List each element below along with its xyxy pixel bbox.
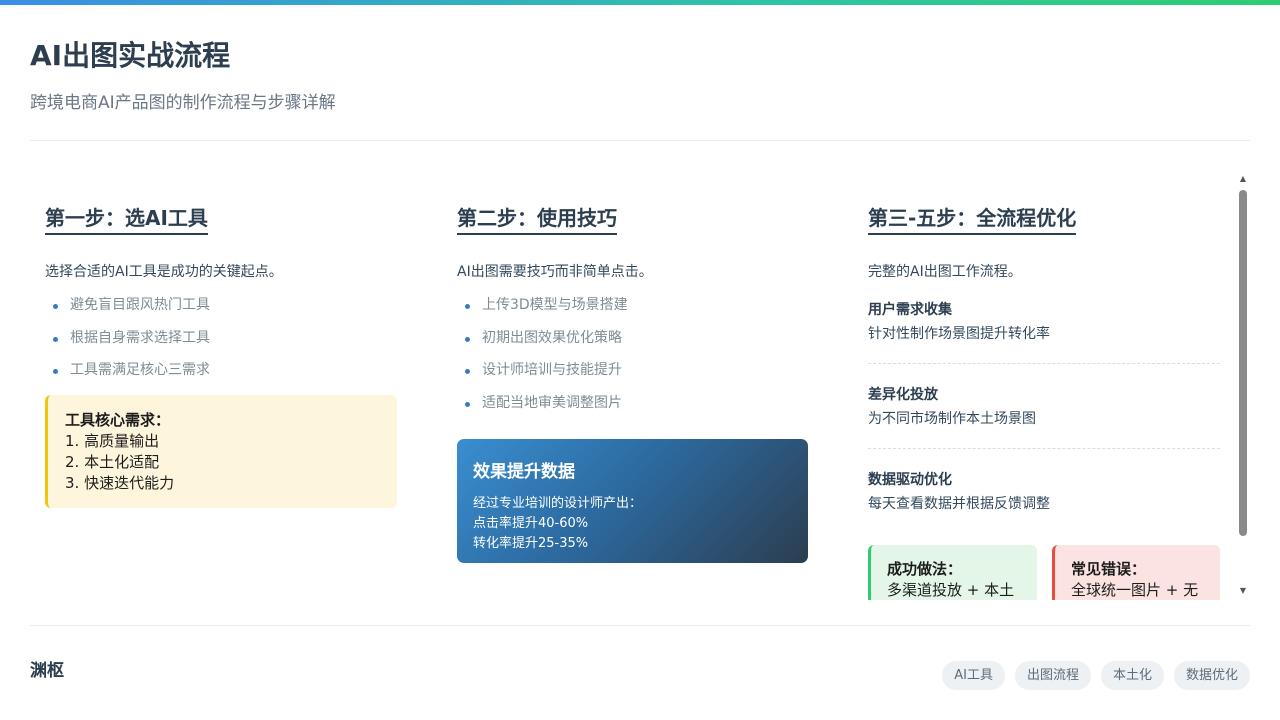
step3-title: 第三-五步：全流程优化 (868, 202, 1077, 235)
step2-bullet-list: 上传3D模型与场景搭建 初期出图效果优化策略 设计师培训与技能提升 适配当地审美… (457, 295, 809, 425)
bullet-dot-icon (53, 336, 58, 342)
core-requirements-note: 工具核心需求： 1. 高质量输出 2. 本土化适配 3. 快速迭代能力 (45, 394, 397, 508)
bullet-dot-icon (465, 336, 470, 342)
scrollbar-thumb[interactable] (1239, 190, 1247, 536)
step1-bullet-list: 避免盲目跟风热门工具 根据自身需求选择工具 工具需满足核心三需求 (45, 295, 397, 393)
card-line: 点击率提升40-60% (473, 516, 589, 532)
vertical-scrollbar[interactable]: ▲ ▼ (1236, 172, 1250, 600)
list-item-text: 设计师培训与技能提升 (482, 362, 622, 379)
list-item-text: 工具需满足核心三需求 (70, 362, 210, 379)
success-title: 成功做法： (887, 560, 963, 578)
list-item: 初期出图效果优化策略 (457, 328, 809, 361)
tag-list: AI工具 出图流程 本土化 数据优化 (942, 661, 1250, 690)
process-item-title: 用户需求收集 (868, 302, 952, 318)
tag-localization[interactable]: 本土化 (1100, 661, 1164, 690)
list-item-text: 根据自身需求选择工具 (70, 329, 210, 346)
list-item: 避免盲目跟风热门工具 (45, 295, 397, 328)
tag-workflow[interactable]: 出图流程 (1014, 661, 1091, 690)
process-item: 数据驱动优化 每天查看数据并根据反馈调整 (868, 469, 1220, 533)
step3-column: 第三-五步：全流程优化 完整的AI出图工作流程。 用户需求收集 针对性制作场景图… (868, 172, 1220, 600)
mistake-title: 常见错误： (1071, 560, 1147, 578)
step2-column: 第二步：使用技巧 AI出图需要技巧而非简单点击。 上传3D模型与场景搭建 初期出… (457, 172, 809, 564)
triangle-up-icon[interactable]: ▲ (1238, 174, 1248, 184)
top-gradient-bar (0, 0, 1280, 5)
process-item-title: 数据驱动优化 (868, 472, 952, 488)
card-line: 经过专业培训的设计师产出： (473, 496, 643, 512)
list-item-text: 避免盲目跟风热门工具 (70, 297, 210, 313)
page-subtitle: 跨境电商AI产品图的制作流程与步骤详解 (30, 93, 336, 113)
note-line: 2. 本土化适配 (65, 452, 160, 471)
mistake-box: 常见错误： 全球统一图片 + 无数据反馈 + 不优化 (1052, 545, 1220, 600)
page-title: AI出图实战流程 (30, 39, 231, 72)
step1-intro: 选择合适的AI工具是成功的关键起点。 (45, 264, 283, 280)
list-item-text: 适配当地审美调整图片 (482, 394, 622, 411)
process-item-title: 差异化投放 (868, 387, 938, 403)
process-item: 用户需求收集 针对性制作场景图提升转化率 (868, 299, 1220, 364)
tag-data-optimization[interactable]: 数据优化 (1173, 661, 1250, 690)
header-divider (30, 140, 1250, 141)
triangle-down-icon[interactable]: ▼ (1238, 586, 1248, 596)
compare-boxes: 成功做法： 多渠道投放 + 本土场景 + 数据跟踪 常见错误： 全球统一图片 +… (868, 545, 1220, 600)
bullet-dot-icon (465, 401, 470, 407)
footer-divider (30, 625, 1250, 626)
list-item: 上传3D模型与场景搭建 (457, 295, 809, 328)
list-item: 根据自身需求选择工具 (45, 328, 397, 361)
success-text: 多渠道投放 + 本土场景 + 数据跟踪 (887, 581, 1015, 599)
list-item: 工具需满足核心三需求 (45, 360, 397, 393)
author-name: 渊枢 (30, 661, 64, 681)
list-item: 设计师培训与技能提升 (457, 360, 809, 393)
process-list: 用户需求收集 针对性制作场景图提升转化率 差异化投放 为不同市场制作本土场景图 … (868, 299, 1220, 533)
process-item-desc: 为不同市场制作本土场景图 (868, 411, 1036, 427)
step3-intro: 完整的AI出图工作流程。 (868, 264, 1022, 280)
card-line: 转化率提升25-35% (473, 536, 589, 552)
bullet-dot-icon (53, 369, 58, 375)
process-item: 差异化投放 为不同市场制作本土场景图 (868, 384, 1220, 449)
note-line: 1. 高质量输出 (65, 431, 160, 450)
step2-title: 第二步：使用技巧 (457, 202, 617, 235)
bullet-dot-icon (53, 304, 58, 309)
page-header: AI出图实战流程 跨境电商AI产品图的制作流程与步骤详解 (30, 34, 1250, 113)
process-item-desc: 每天查看数据并根据反馈调整 (868, 496, 1050, 512)
mistake-text: 全球统一图片 + 无数据反馈 + 不优化 (1071, 581, 1199, 599)
bullet-dot-icon (465, 369, 470, 375)
list-item-text: 上传3D模型与场景搭建 (482, 297, 628, 313)
card-title: 效果提升数据 (473, 462, 575, 483)
effect-data-card: 效果提升数据 经过专业培训的设计师产出： 点击率提升40-60% 转化率提升25… (457, 439, 808, 564)
success-box: 成功做法： 多渠道投放 + 本土场景 + 数据跟踪 (868, 545, 1037, 600)
bullet-dot-icon (465, 304, 470, 309)
note-line: 3. 快速迭代能力 (65, 473, 175, 492)
step1-column: 第一步：选AI工具 选择合适的AI工具是成功的关键起点。 避免盲目跟风热门工具 … (45, 172, 397, 508)
step2-intro: AI出图需要技巧而非简单点击。 (457, 264, 653, 280)
process-item-desc: 针对性制作场景图提升转化率 (868, 326, 1050, 342)
step1-title: 第一步：选AI工具 (45, 202, 208, 235)
card-body: 经过专业培训的设计师产出： 点击率提升40-60% 转化率提升25-35% (473, 494, 792, 554)
note-title: 工具核心需求： (65, 410, 171, 429)
list-item: 适配当地审美调整图片 (457, 393, 809, 426)
tag-ai-tools[interactable]: AI工具 (942, 661, 1005, 690)
list-item-text: 初期出图效果优化策略 (482, 329, 622, 346)
scroll-content[interactable]: 第一步：选AI工具 选择合适的AI工具是成功的关键起点。 避免盲目跟风热门工具 … (30, 172, 1236, 600)
